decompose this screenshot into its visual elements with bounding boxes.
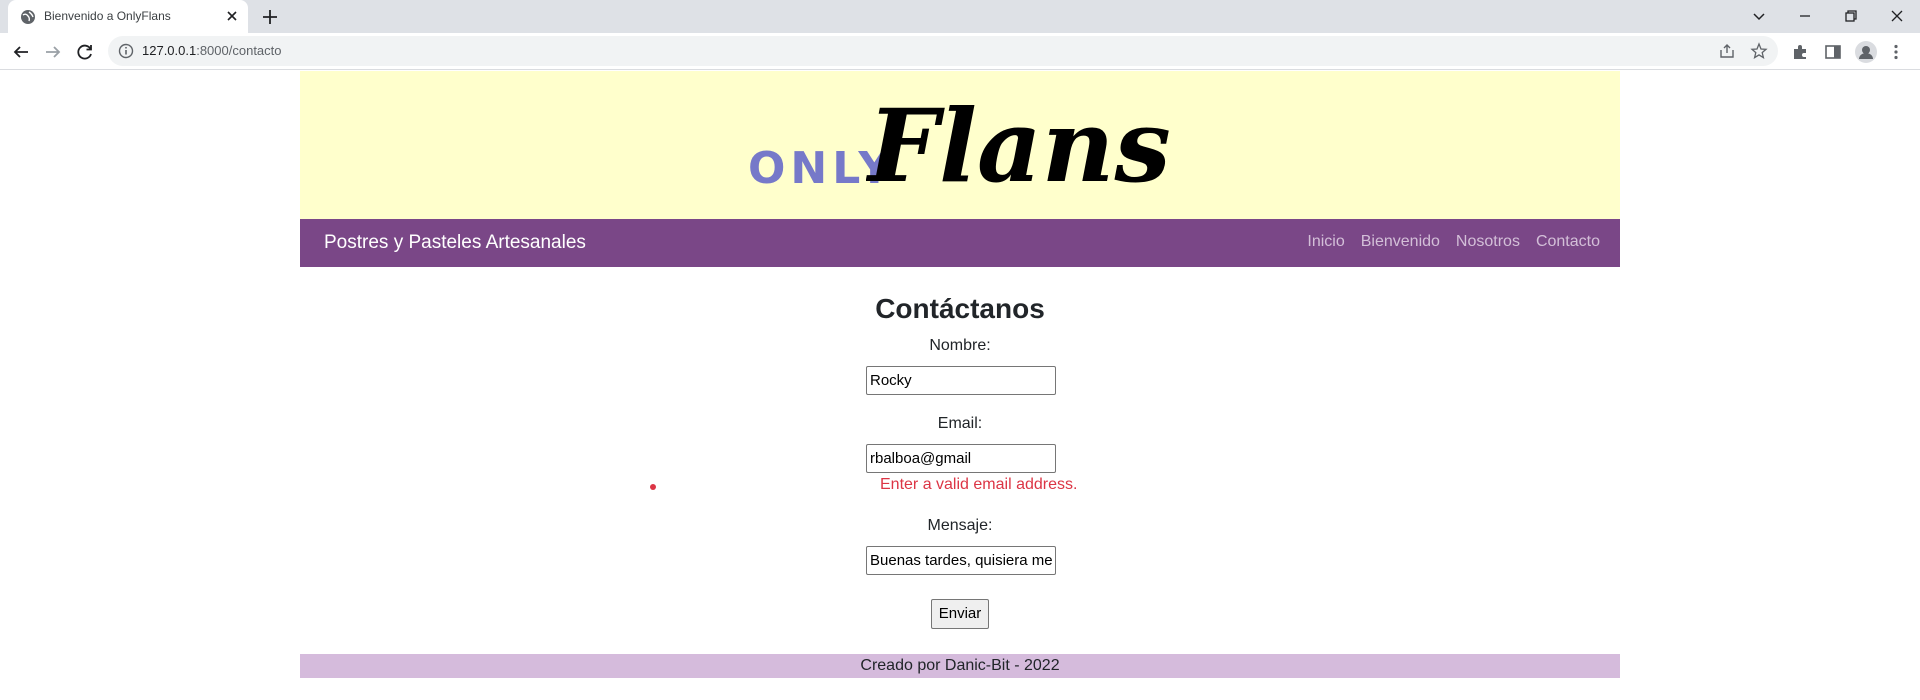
kebab-menu-icon[interactable] [1886,42,1906,62]
minimize-icon[interactable] [1794,5,1816,27]
svg-text:Flans: Flans [866,87,1171,205]
extensions-puzzle-icon[interactable] [1790,42,1810,62]
site-info-icon[interactable] [118,43,134,59]
globe-icon [21,10,35,24]
onlyflans-logo: ONLY Flans [748,81,1188,211]
url-text: 127.0.0.1:8000/contacto [142,43,282,58]
logo-flans-script: Flans [866,87,1171,205]
browser-tabstrip: Bienvenido a OnlyFlans [0,0,1920,33]
new-tab-plus-icon[interactable] [260,7,280,27]
url-path: :8000/contacto [196,43,282,58]
error-list-bullet [650,484,656,490]
name-field[interactable]: Rocky [866,366,1056,395]
browser-tab[interactable]: Bienvenido a OnlyFlans [8,0,248,33]
web-page: ONLY Flans Postres y Pasteles Artesanale… [300,71,1620,678]
email-error-message: Enter a valid email address. [880,476,1078,493]
person-icon [1859,46,1873,59]
nav-link-contacto[interactable]: Contacto [1536,233,1600,251]
share-icon[interactable] [1718,42,1736,60]
reload-icon[interactable] [74,41,96,63]
tab-search-chevron-icon[interactable] [1748,5,1770,27]
nav-link-inicio[interactable]: Inicio [1307,233,1344,251]
footer: Creado por Danic-Bit - 2022 [300,654,1620,678]
restore-icon[interactable] [1840,5,1862,27]
close-tab-icon[interactable] [224,8,240,24]
browser-toolbar: 127.0.0.1:8000/contacto [0,33,1920,70]
url-host: 127.0.0.1 [142,43,197,58]
header-banner: ONLY Flans [300,71,1620,219]
email-label: Email: [937,415,983,432]
message-label: Mensaje: [927,517,993,534]
nav-link-nosotros[interactable]: Nosotros [1456,233,1520,251]
address-bar[interactable]: 127.0.0.1:8000/contacto [108,36,1778,66]
nav-link-bienvenido[interactable]: Bienvenido [1361,233,1440,251]
main-navbar: Postres y Pasteles Artesanales Inicio Bi… [300,219,1620,267]
page-title: Contáctanos [875,293,1045,324]
bookmark-star-icon[interactable] [1750,42,1768,60]
submit-button[interactable]: Enviar [931,599,989,629]
message-field[interactable]: Buenas tardes, quisiera me [866,546,1056,575]
back-arrow-icon[interactable] [10,41,32,63]
forward-arrow-icon[interactable] [42,41,64,63]
tab-title: Bienvenido a OnlyFlans [44,9,171,23]
profile-avatar[interactable] [1855,41,1877,63]
contact-section: Contáctanos Nombre: Rocky Email: rbalboa… [300,267,1620,654]
email-field[interactable]: rbalboa@gmail [866,444,1056,473]
nav-links: Inicio Bienvenido Nosotros Contacto [1307,233,1600,251]
name-label: Nombre: [929,337,991,354]
navbar-brand[interactable]: Postres y Pasteles Artesanales [324,232,586,254]
side-panel-icon[interactable] [1823,42,1843,62]
close-window-icon[interactable] [1886,5,1908,27]
